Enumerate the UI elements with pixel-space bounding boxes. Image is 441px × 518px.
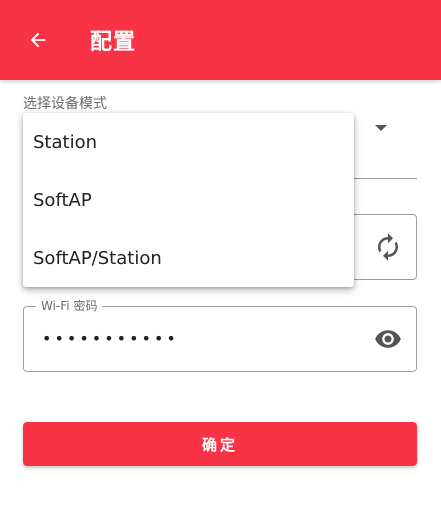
device-mode-label: 选择设备模式 (23, 96, 107, 112)
refresh-icon (378, 233, 398, 261)
back-button[interactable] (20, 22, 56, 58)
eye-icon (375, 330, 401, 348)
wifi-password-field[interactable]: Wi-Fi 密码 ••••••••••• (23, 298, 417, 372)
wifi-password-input[interactable]: ••••••••••• (42, 329, 179, 348)
app-bar: 配置 (0, 0, 441, 80)
toggle-password-visibility-button[interactable] (370, 321, 406, 357)
page-title: 配置 (90, 30, 137, 55)
arrow-left-icon (30, 32, 46, 48)
menu-item-softap[interactable]: SoftAP (23, 171, 354, 229)
menu-item-softap-station[interactable]: SoftAP/Station (23, 229, 354, 287)
device-mode-dropdown-menu: Station SoftAP SoftAP/Station (23, 113, 354, 287)
refresh-button[interactable] (370, 229, 406, 265)
caret-down-icon (375, 125, 387, 131)
device-mode-dropdown-toggle[interactable] (370, 118, 392, 138)
menu-item-station[interactable]: Station (23, 113, 354, 171)
wifi-password-label: Wi-Fi 密码 (36, 298, 103, 314)
confirm-button[interactable]: 确定 (23, 422, 417, 466)
